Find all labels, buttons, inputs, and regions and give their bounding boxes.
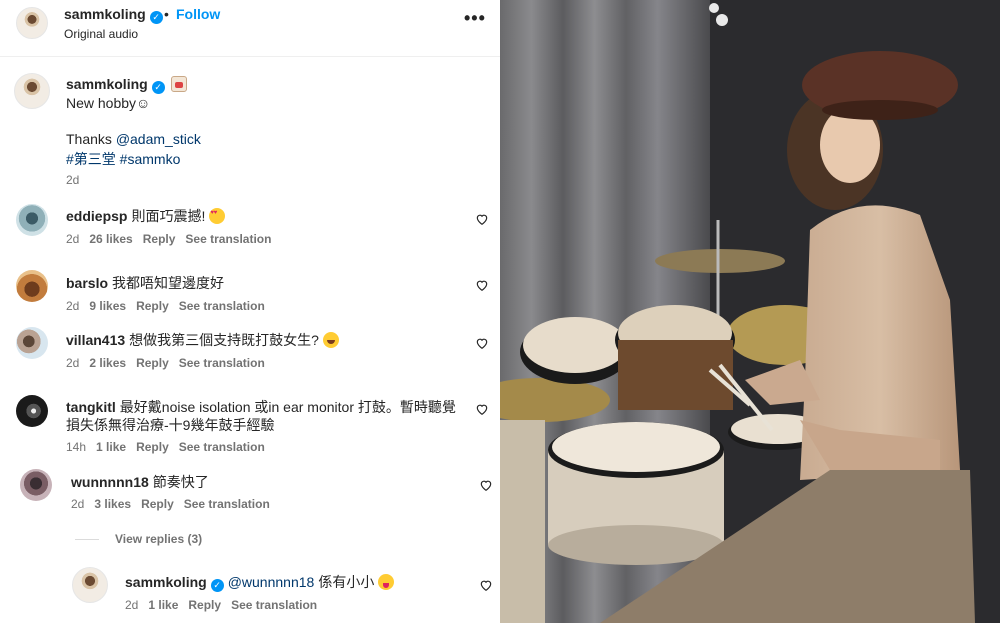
likes-count[interactable]: 1 like [96,440,126,454]
avatar[interactable] [16,327,48,359]
reply-button[interactable]: Reply [136,440,169,454]
avatar[interactable] [16,270,48,302]
mention-link[interactable]: @adam_stick [116,131,201,147]
likes-count[interactable]: 26 likes [89,232,132,246]
mention-link[interactable]: @wunnnnn18 [228,574,315,590]
verified-badge-icon: ✓ [210,579,224,592]
caption-time: 2d [66,173,80,187]
post-header: sammkoling ✓ • Follow Original audio ••• [0,0,500,57]
see-translation-button[interactable]: See translation [179,356,265,370]
comment-meta: 2d 9 likes Reply See translation [66,299,265,313]
comment-meta: 14h 1 like Reply See translation [66,440,265,454]
comment-body: wunnnnn18 節奏快了 [71,474,209,490]
comment-body-line-2: 損失係無得治療-十9幾年鼓手經驗 [66,417,275,433]
reply-button[interactable]: Reply [141,497,174,511]
likes-count[interactable]: 9 likes [89,299,126,313]
likes-count[interactable]: 3 likes [94,497,131,511]
comment-meta: 2d 2 likes Reply See translation [66,356,265,370]
replies-divider [75,539,99,540]
like-heart-icon[interactable] [475,402,489,416]
drum-emoji-icon [170,76,187,92]
like-heart-icon[interactable] [475,278,489,292]
avatar[interactable] [16,7,48,39]
see-translation-button[interactable]: See translation [179,299,265,313]
like-heart-icon[interactable] [475,212,489,226]
reply-username[interactable]: sammkoling [125,574,207,590]
caption-avatar[interactable] [14,73,50,109]
comment-meta: 2d 3 likes Reply See translation [71,497,270,511]
caption-line-1: New hobby☺ [66,95,151,111]
comment-body: barslo 我都唔知望邊度好 [66,275,225,291]
reply-button[interactable]: Reply [136,299,169,313]
avatar[interactable] [20,469,52,501]
comment-body: eddiepsp 則面巧震撼! [66,206,226,226]
verified-badge-icon: ✓ [151,81,165,94]
reply-meta: 2d 1 like Reply See translation [125,598,318,612]
see-translation-button[interactable]: See translation [179,440,265,454]
caption-username[interactable]: sammkoling ✓ [66,76,187,94]
comment-username[interactable]: eddiepsp [66,208,127,224]
video-player[interactable] [500,0,1000,623]
view-replies-button[interactable]: View replies (3) [115,532,202,546]
heart-eyes-emoji-icon [209,208,226,224]
comment-username[interactable]: wunnnnn18 [71,474,149,490]
laughing-emoji-icon [322,332,339,348]
likes-count[interactable]: 2 likes [89,356,126,370]
likes-count[interactable]: 1 like [148,598,178,612]
reply-button[interactable]: Reply [136,356,169,370]
avatar[interactable] [16,395,48,427]
separator-dot: • [164,6,169,22]
caption-line-2: Thanks @adam_stick [66,131,201,147]
comment-username[interactable]: tangkitl [66,399,116,415]
like-heart-icon[interactable] [475,336,489,350]
video-frame-drummer [500,0,1000,623]
reply-button[interactable]: Reply [188,598,221,612]
verified-badge-icon: ✓ [149,11,163,24]
comments-panel: sammkoling ✓ • Follow Original audio ••• … [0,0,500,623]
avatar[interactable] [72,567,108,603]
audio-label[interactable]: Original audio [64,27,138,41]
tongue-emoji-icon [378,574,395,590]
more-options-icon[interactable]: ••• [464,8,486,29]
follow-button[interactable]: Follow [176,6,220,22]
comment-body: villan413 想做我第三個支持既打鼓女生? [66,330,339,350]
reply-body: sammkoling ✓ @wunnnnn18 係有小小 [125,572,395,592]
hashtag-links[interactable]: #第三堂 #sammko [66,149,180,169]
see-translation-button[interactable]: See translation [231,598,317,612]
like-heart-icon[interactable] [479,478,493,492]
comment-username[interactable]: barslo [66,275,108,291]
comment-meta: 2d 26 likes Reply See translation [66,232,272,246]
reply-button[interactable]: Reply [143,232,176,246]
comment-username[interactable]: villan413 [66,332,125,348]
like-heart-icon[interactable] [479,578,493,592]
see-translation-button[interactable]: See translation [185,232,271,246]
avatar[interactable] [16,204,48,236]
see-translation-button[interactable]: See translation [184,497,270,511]
post-username[interactable]: sammkoling ✓ [64,6,163,24]
comment-body: tangkitl 最好戴noise isolation 或in ear monit… [66,399,456,415]
